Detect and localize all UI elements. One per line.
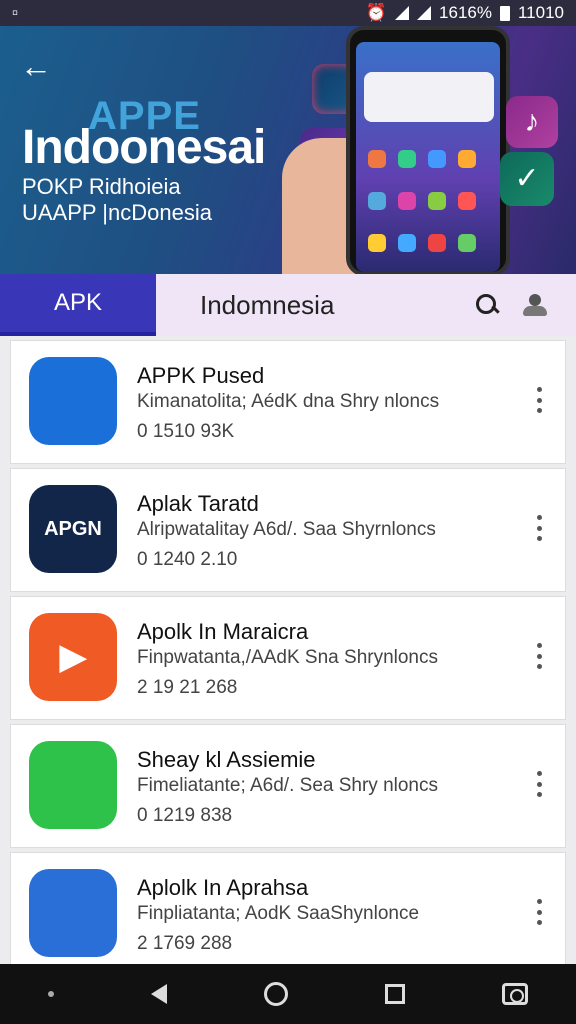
phone-app-icon (428, 234, 446, 252)
list-item[interactable]: Aplolk In Aprahsa Finpliatanta; AodK Saa… (10, 852, 566, 976)
app-icon-3 (29, 741, 117, 829)
app-name: Apolk In Maraicra (137, 619, 309, 644)
system-nav-bar (0, 964, 576, 1024)
deco-music-tile-icon: ♪ (506, 96, 558, 148)
app-icon-2: ▶ (29, 613, 117, 701)
phone-app-icon (398, 150, 416, 168)
nav-home-icon[interactable] (263, 982, 288, 1006)
phone-app-icon (368, 192, 386, 210)
phone-app-icon (458, 150, 476, 168)
phone-app-icon (368, 150, 386, 168)
app-icon-0 (29, 357, 117, 445)
screenshot-icon[interactable] (501, 983, 528, 1005)
nav-back-icon[interactable] (151, 984, 168, 1004)
nav-dot-icon (48, 991, 55, 997)
signal-icon (417, 6, 432, 20)
app-description: Alripwatalitay A6d/. Saa Shyrnloncs (137, 519, 436, 540)
phone-app-icon (458, 234, 476, 252)
list-item[interactable]: APGN Aplak Taratd Alripwatalitay A6d/. S… (10, 468, 566, 592)
app-meta: 2 19 21 268 (137, 677, 238, 698)
list-item[interactable]: Sheay kl Assiemie Fimeliatante; A6d/. Se… (10, 724, 566, 848)
status-bar: ▫ ⏰ 1616% 11010 (0, 0, 576, 26)
list-item[interactable]: ▶ Apolk In Maraicra Finpwatanta,/AAdK Sn… (10, 596, 566, 720)
app-name: Aplolk In Aprahsa (137, 875, 309, 900)
more-options-icon[interactable] (527, 641, 551, 671)
app-meta: 0 1240 2.10 (137, 549, 238, 570)
phone-app-icon (398, 234, 416, 252)
phone-app-icon (458, 192, 476, 210)
list-item[interactable]: APPK Pused Kimanatolita; AédK dna Shry n… (10, 340, 566, 464)
hero-subtitle-1: POKP Ridhoieia (22, 174, 181, 199)
more-options-icon[interactable] (527, 769, 551, 799)
app-meta: 2 1769 288 (137, 933, 233, 954)
app-list: APPK Pused Kimanatolita; AédK dna Shry n… (10, 340, 566, 980)
phone-screen (356, 42, 500, 272)
app-name: Sheay kl Assiemie (137, 747, 316, 772)
battery-percent: 1616% (439, 3, 492, 22)
wifi-icon (395, 6, 410, 20)
status-right: ⏰ 1616% 11010 (366, 3, 564, 23)
search-icon[interactable] (476, 294, 498, 316)
app-description: Finpliatanta; AodK SaaShynlonce (137, 903, 420, 924)
status-left: ▫ (12, 3, 18, 23)
tab-bar: APK Indomnesia (0, 274, 576, 336)
tab-icons (476, 274, 576, 336)
back-arrow-icon[interactable]: ← (20, 48, 56, 84)
sim-icon: ▫ (12, 3, 19, 22)
app-name: Aplak Taratd (137, 491, 259, 516)
app-icon-4 (29, 869, 117, 957)
app-description: Fimeliatante; A6d/. Sea Shry nloncs (137, 775, 438, 796)
nav-recents-icon[interactable] (384, 984, 405, 1004)
phone-card (364, 72, 494, 122)
tab-title: Indomnesia (200, 289, 335, 320)
phone-app-icon (428, 192, 446, 210)
app-meta: 0 1510 93K (137, 421, 235, 442)
alarm-icon: ⏰ (365, 3, 388, 22)
phone-app-icon (398, 192, 416, 210)
phone-app-icon (428, 150, 446, 168)
more-options-icon[interactable] (527, 897, 551, 927)
tab-apk[interactable]: APK (0, 274, 156, 336)
phone-illustration (346, 26, 510, 274)
more-options-icon[interactable] (527, 513, 551, 543)
hero-title: Indoonesai (22, 121, 266, 174)
account-icon[interactable] (522, 294, 548, 316)
clock: 11010 (517, 3, 564, 22)
app-description: Kimanatolita; AédK dna Shry nloncs (137, 391, 440, 412)
app-icon-1: APGN (29, 485, 117, 573)
phone-app-icon (368, 234, 386, 252)
hero-subtitle-2: UAAPP |ncDonesia (22, 200, 212, 225)
app-meta: 0 1219 838 (137, 805, 233, 826)
app-name: APPK Pused (137, 363, 265, 388)
hero-banner: ← APPE Indoonesai POKP Ridhoieia UAAPP |… (0, 26, 576, 274)
more-options-icon[interactable] (527, 385, 551, 415)
app-description: Finpwatanta,/AAdK Sna Shrynloncs (137, 647, 439, 668)
battery-icon (499, 5, 510, 21)
deco-checkmark-tile-icon: ✓ (500, 152, 554, 206)
